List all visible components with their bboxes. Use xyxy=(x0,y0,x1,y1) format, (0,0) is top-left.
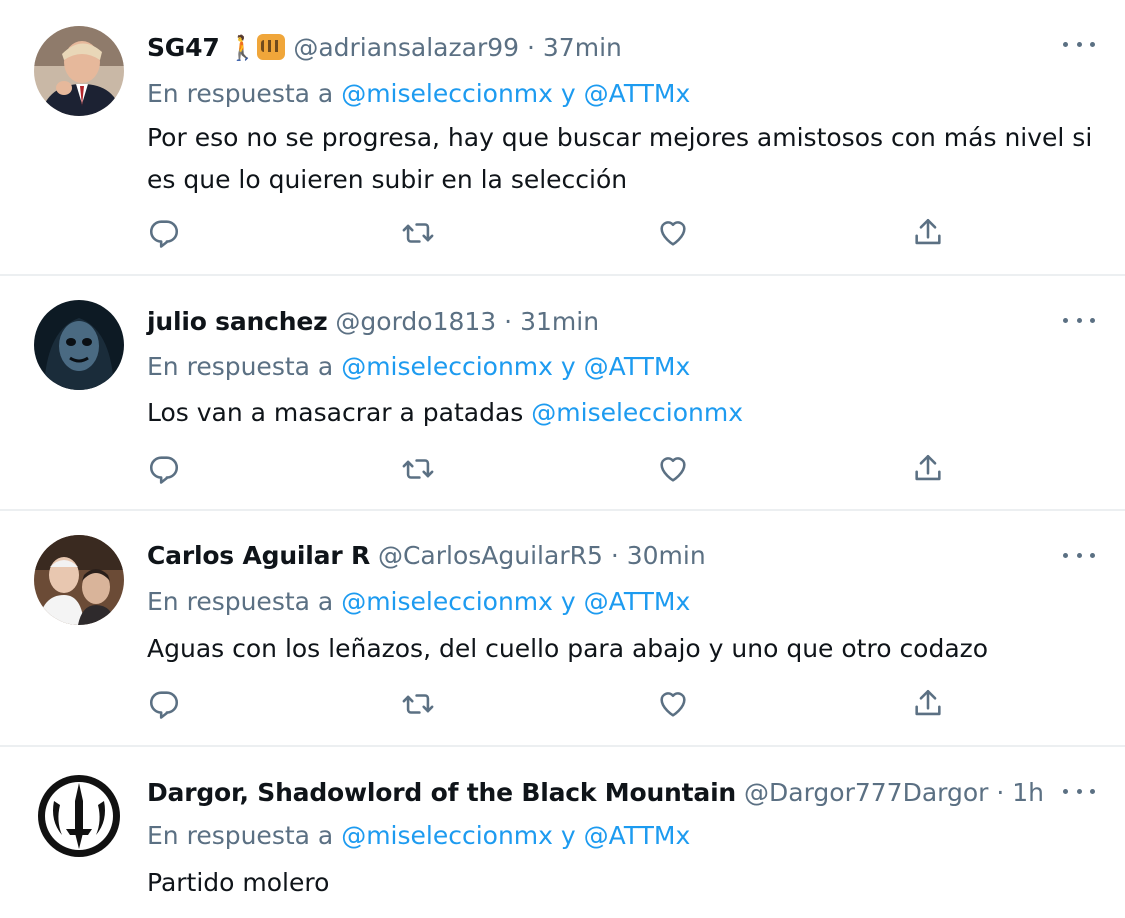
tweet-actions xyxy=(147,452,947,488)
tweet-actions xyxy=(147,216,947,252)
heart-icon[interactable] xyxy=(656,452,692,488)
display-name[interactable]: Dargor, Shadowlord of the Black Mountain xyxy=(147,778,736,807)
more-icon[interactable] xyxy=(1063,545,1095,565)
mention-link[interactable]: @miseleccionmx xyxy=(341,352,553,381)
mention-link[interactable]: @ATTMx xyxy=(584,587,691,616)
display-name[interactable]: SG47 xyxy=(147,33,220,62)
person-walking-icon: 🚶 xyxy=(227,34,258,62)
mention-link[interactable]: @miseleccionmx xyxy=(531,398,743,427)
mention-link[interactable]: @miseleccionmx xyxy=(341,587,553,616)
separator: · xyxy=(504,307,513,336)
share-icon[interactable] xyxy=(911,687,947,723)
tweet-header: SG47 🚶 @adriansalazar99 · 37min xyxy=(147,31,1055,65)
timestamp[interactable]: 31min xyxy=(520,307,599,336)
user-handle[interactable]: @adriansalazar99 xyxy=(293,33,519,62)
tweet[interactable]: SG47 🚶 @adriansalazar99 · 37min En respu… xyxy=(0,0,1125,276)
tweet-text-content: Los van a masacrar a patadas xyxy=(147,398,524,427)
retweet-icon[interactable] xyxy=(401,216,437,252)
reply-prefix: En respuesta a xyxy=(147,79,334,108)
reply-prefix: En respuesta a xyxy=(147,352,334,381)
reply-conjunction: y xyxy=(560,352,576,381)
avatar[interactable] xyxy=(34,535,124,625)
timestamp[interactable]: 37min xyxy=(543,33,622,62)
reply-conjunction: y xyxy=(560,821,576,850)
mention-link[interactable]: @ATTMx xyxy=(584,79,691,108)
separator: · xyxy=(996,778,1005,807)
display-name[interactable]: julio sanchez xyxy=(147,307,328,336)
tweet-text: Por eso no se progresa, hay que buscar m… xyxy=(147,123,1093,194)
user-handle[interactable]: @CarlosAguilarR5 xyxy=(378,541,603,570)
reply-context: En respuesta a @miseleccionmx y @ATTMx xyxy=(147,819,690,853)
display-name[interactable]: Carlos Aguilar R xyxy=(147,541,370,570)
tweet-text: Los van a masacrar a patadas @miseleccio… xyxy=(147,392,1097,434)
share-icon[interactable] xyxy=(911,216,947,252)
retweet-icon[interactable] xyxy=(401,687,437,723)
reply-prefix: En respuesta a xyxy=(147,821,334,850)
tweet[interactable]: julio sanchez @gordo1813 · 31min En resp… xyxy=(0,276,1125,511)
timestamp[interactable]: 30min xyxy=(627,541,706,570)
user-handle[interactable]: @Dargor777Dargor xyxy=(744,778,988,807)
mention-link[interactable]: @miseleccionmx xyxy=(341,821,553,850)
mention-link[interactable]: @miseleccionmx xyxy=(341,79,553,108)
reply-context: En respuesta a @miseleccionmx y @ATTMx xyxy=(147,350,690,384)
reply-context: En respuesta a @miseleccionmx y @ATTMx xyxy=(147,77,690,111)
tweet[interactable]: Dargor, Shadowlord of the Black Mountain… xyxy=(0,747,1125,918)
tiger-icon xyxy=(257,34,286,60)
reply-prefix: En respuesta a xyxy=(147,587,334,616)
more-icon[interactable] xyxy=(1063,781,1095,801)
tweet-text: Aguas con los leñazos, del cuello para a… xyxy=(147,634,989,663)
heart-icon[interactable] xyxy=(656,216,692,252)
avatar[interactable] xyxy=(34,300,124,390)
tweet[interactable]: Carlos Aguilar R @CarlosAguilarR5 · 30mi… xyxy=(0,511,1125,747)
share-icon[interactable] xyxy=(911,452,947,488)
reply-context: En respuesta a @miseleccionmx y @ATTMx xyxy=(147,585,690,619)
more-icon[interactable] xyxy=(1063,34,1095,54)
timestamp[interactable]: 1h xyxy=(1012,778,1044,807)
separator: · xyxy=(527,33,535,62)
retweet-icon[interactable] xyxy=(401,452,437,488)
tweet-header: Carlos Aguilar R @CarlosAguilarR5 · 30mi… xyxy=(147,539,1055,573)
tweet-header: julio sanchez @gordo1813 · 31min xyxy=(147,305,1055,339)
reply-icon[interactable] xyxy=(147,452,183,488)
tweet-text: Partido molero xyxy=(147,868,330,897)
separator: · xyxy=(610,541,619,570)
reply-icon[interactable] xyxy=(147,687,183,723)
reply-conjunction: y xyxy=(560,587,576,616)
tweet-header: Dargor, Shadowlord of the Black Mountain… xyxy=(147,776,1055,810)
mention-link[interactable]: @ATTMx xyxy=(584,352,691,381)
mention-link[interactable]: @ATTMx xyxy=(584,821,691,850)
avatar[interactable] xyxy=(34,26,124,116)
heart-icon[interactable] xyxy=(656,687,692,723)
reply-conjunction: y xyxy=(560,79,576,108)
reply-icon[interactable] xyxy=(147,216,183,252)
avatar[interactable] xyxy=(34,771,124,861)
more-icon[interactable] xyxy=(1063,310,1095,330)
user-handle[interactable]: @gordo1813 xyxy=(335,307,496,336)
tweet-actions xyxy=(147,687,947,723)
